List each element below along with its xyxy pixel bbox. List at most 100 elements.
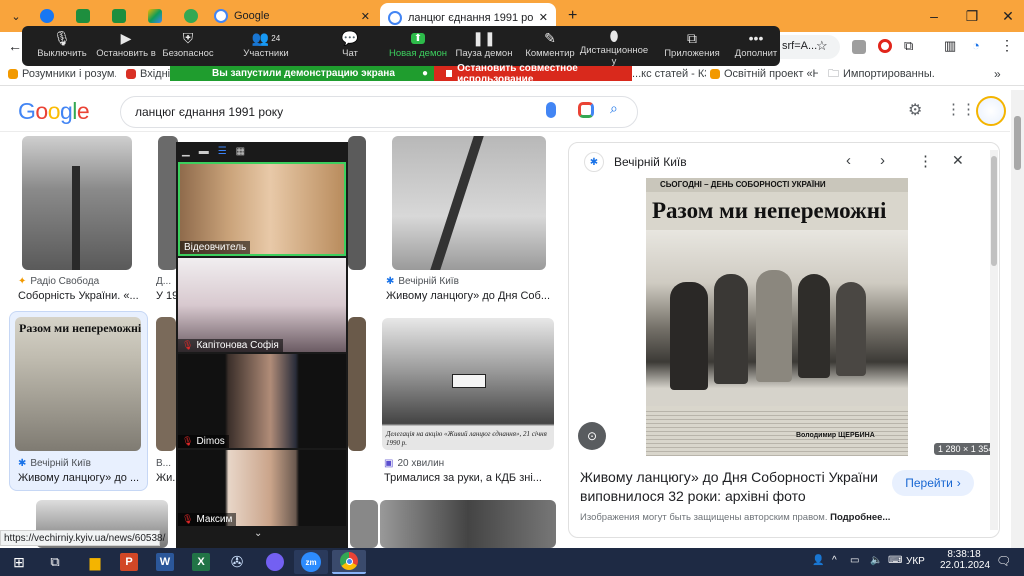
close-icon[interactable]: ✕ xyxy=(539,11,548,24)
language-indicator[interactable]: УКР xyxy=(906,556,925,567)
search-icon[interactable]: ⌕ xyxy=(610,100,618,117)
lens-icon[interactable] xyxy=(578,102,594,118)
result-title[interactable]: Живому ланцюгу» до ... xyxy=(18,472,142,484)
panel-scrollbar[interactable] xyxy=(990,150,998,530)
zoom-control-remote-control[interactable]: ⬮ Дистанционное у xyxy=(578,28,650,67)
preview-image[interactable]: СЬОГОДНІ – ДЕНЬ СОБОРНОСТІ УКРАЇНИ Разом… xyxy=(646,178,908,456)
window-close-button[interactable]: ✕ xyxy=(990,0,1024,32)
result-thumbnail[interactable]: Разом ми непереможні xyxy=(15,317,141,451)
settings-gear-icon[interactable]: ⚙ xyxy=(908,100,922,120)
result-thumbnail[interactable] xyxy=(392,136,546,270)
zoom-control-shield[interactable]: ⛨ Безопаснос xyxy=(152,28,224,64)
zoom-control-pen[interactable]: ✎ Комментир xyxy=(514,28,586,64)
tab-google[interactable]: Google ✕ xyxy=(206,4,378,28)
hide-video-icon[interactable]: ▬ xyxy=(199,146,209,157)
zoom-control-apps[interactable]: ⧉ Приложения xyxy=(656,28,728,64)
bookmark-star-icon[interactable]: ☆ xyxy=(816,38,828,54)
back-icon[interactable]: ← xyxy=(8,38,22,54)
more-bookmarks-icon[interactable]: » xyxy=(994,66,1010,82)
result-thumbnail[interactable] xyxy=(348,136,366,270)
prev-image-icon[interactable]: ‹ xyxy=(846,152,851,169)
result-title[interactable]: У 19... xyxy=(156,290,176,302)
result-source[interactable]: В... xyxy=(156,458,176,469)
close-panel-icon[interactable]: ✕ xyxy=(952,152,964,169)
lens-search-icon[interactable]: ⊙ xyxy=(578,422,606,450)
minimize-video-icon[interactable]: ▁ xyxy=(182,146,190,157)
opera-icon[interactable] xyxy=(878,39,892,53)
zoom-control-chat[interactable]: 💬 Чат xyxy=(314,28,386,64)
powerpoint-icon[interactable]: P xyxy=(112,550,146,574)
result-thumbnail[interactable] xyxy=(350,500,378,548)
zoom-app-icon[interactable]: zm xyxy=(294,550,328,574)
app-gear-icon[interactable]: ✇ xyxy=(220,550,254,574)
speaker-view-icon[interactable]: ☰ xyxy=(218,146,227,157)
tab-facebook[interactable] xyxy=(32,4,66,28)
gallery-view-icon[interactable]: ▦ xyxy=(236,146,245,157)
visit-button[interactable]: Перейти › xyxy=(892,470,974,496)
page-scrollbar[interactable] xyxy=(1011,90,1024,548)
network-icon[interactable]: ⌨ xyxy=(888,555,902,566)
result-thumbnail[interactable] xyxy=(156,317,176,451)
participant-video-tile[interactable]: Відеовчитель xyxy=(178,162,346,256)
zoom-control-share-screen[interactable]: ⬆ Новая демон xyxy=(382,28,454,64)
microphone-icon[interactable] xyxy=(546,102,556,118)
participant-video-tile[interactable]: 🎙 Максим xyxy=(178,450,346,526)
bookmark-item[interactable]: Розумники і розум... xyxy=(8,66,116,82)
tab-sheets-1[interactable] xyxy=(68,4,102,28)
zoom-control-microphone[interactable]: 🎙 Выключить xyxy=(26,28,98,64)
account-avatar[interactable] xyxy=(976,96,1006,126)
viber-icon[interactable] xyxy=(258,550,292,574)
next-image-icon[interactable]: › xyxy=(880,152,885,169)
result-title[interactable]: Живому ланцюгу» до Дня Соб... xyxy=(386,290,550,302)
zoom-control-pause[interactable]: ❚❚ Пауза демон xyxy=(448,28,520,64)
minimize-button[interactable]: – xyxy=(916,0,952,32)
tab-search-button[interactable]: ⌄ xyxy=(4,4,28,28)
people-icon[interactable]: 👤 xyxy=(812,555,824,566)
stop-share-button[interactable]: Остановить совместное использование xyxy=(434,63,632,85)
tab-drive[interactable] xyxy=(140,4,174,28)
sidebar-icon[interactable]: ▥ xyxy=(944,38,956,54)
google-logo[interactable]: Google xyxy=(18,98,90,125)
result-source[interactable]: ▣ 20 хвилин xyxy=(384,458,544,469)
word-icon[interactable]: W xyxy=(148,550,182,574)
maximize-button[interactable]: ❐ xyxy=(954,0,990,32)
bookmark-item[interactable]: ...кс статей - КЗ... xyxy=(632,66,706,82)
result-thumbnail[interactable] xyxy=(348,317,366,451)
tab-sheets-2[interactable] xyxy=(104,4,138,28)
participant-video-tile[interactable]: 🎙 Капітонова Софія xyxy=(178,258,346,352)
tray-chevron-icon[interactable]: ^ xyxy=(832,555,837,566)
windows-start-icon[interactable]: ⊞ xyxy=(2,550,36,574)
excel-icon[interactable]: X xyxy=(184,550,218,574)
task-view-icon[interactable]: ⧉ xyxy=(38,550,72,574)
result-title[interactable]: Соборність України. «... xyxy=(18,290,148,302)
puzzle-icon[interactable]: ⧉ xyxy=(904,38,913,54)
result-thumbnail[interactable] xyxy=(380,500,556,548)
panel-source[interactable]: Вечірній Київ xyxy=(614,155,687,169)
participant-video-tile[interactable]: 🎙 Dimos xyxy=(178,354,346,448)
result-source[interactable]: ✦ Радіо Свобода xyxy=(18,276,148,287)
result-source[interactable]: Д... xyxy=(156,276,176,287)
zoom-control-participants[interactable]: 👥 24 Участники xyxy=(230,28,302,64)
more-link[interactable]: Подробнее... xyxy=(830,512,890,523)
bookmark-item[interactable]: Освітній проект «Н... xyxy=(710,66,818,82)
chrome-icon[interactable] xyxy=(332,550,366,574)
result-title[interactable]: Жи... xyxy=(156,472,176,484)
search-input[interactable]: ланцюг єднання 1991 року xyxy=(120,96,638,128)
battery-icon[interactable]: ▭ xyxy=(850,555,859,566)
menu-dots-icon[interactable]: ⋮ xyxy=(1000,37,1014,54)
result-source[interactable]: ✱ Вечірній Київ xyxy=(386,276,546,287)
profile-icon[interactable]: ◔ xyxy=(972,38,980,53)
result-source[interactable]: ✱ Вечірній Київ xyxy=(18,458,138,469)
file-explorer-icon[interactable]: ▆ xyxy=(78,550,112,574)
tab-app[interactable] xyxy=(176,4,204,28)
more-options-icon[interactable]: ⋮ xyxy=(918,152,933,170)
result-title[interactable]: Трималися за руки, а КДБ зні... xyxy=(384,472,552,484)
close-icon[interactable]: ✕ xyxy=(361,10,370,23)
bookmark-folder[interactable]: 🗀 Импортированны... xyxy=(828,66,934,82)
result-thumbnail[interactable] xyxy=(158,136,178,270)
scroll-down-icon[interactable]: ⌄ xyxy=(254,528,262,539)
volume-icon[interactable]: 🔈 xyxy=(870,555,882,566)
bookmark-item[interactable]: Вхідні - xyxy=(126,66,170,82)
new-tab-button[interactable]: + xyxy=(560,4,580,28)
clock[interactable]: 8:38:18 22.01.2024 xyxy=(940,549,990,571)
